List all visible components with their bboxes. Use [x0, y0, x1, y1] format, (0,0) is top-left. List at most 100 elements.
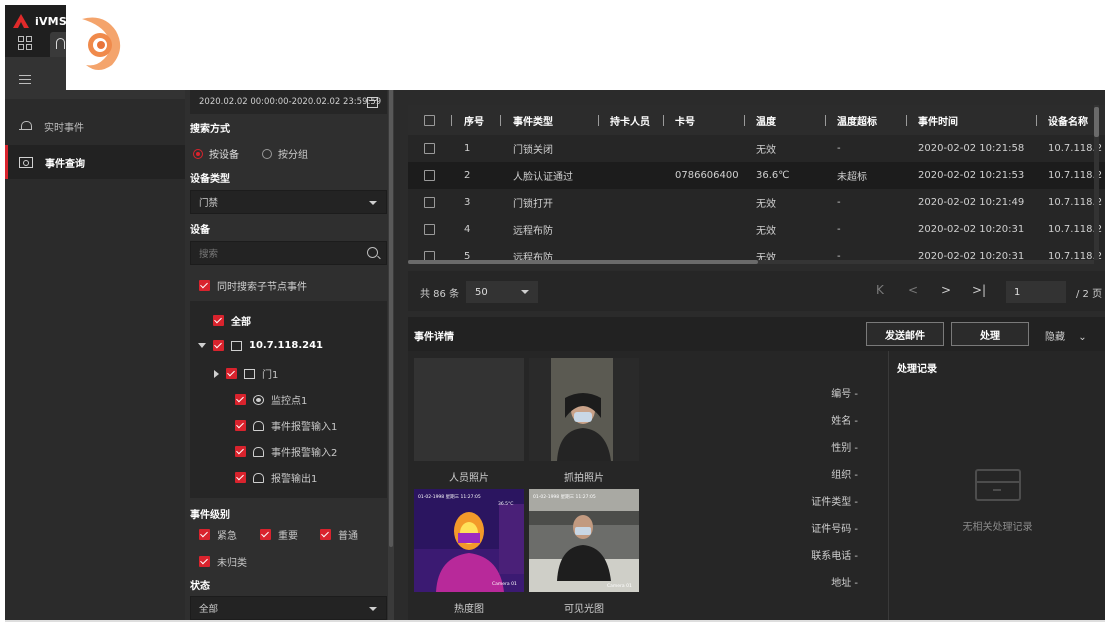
header-temp[interactable]: 温度 [756, 105, 776, 135]
search-record-icon [19, 156, 33, 168]
filter-scrollbar[interactable] [388, 57, 394, 620]
field-id: 编号 - [831, 389, 858, 400]
header-person[interactable]: 持卡人员 [610, 105, 650, 135]
expand-arrow-icon[interactable] [198, 343, 206, 348]
main-content: 序号 事件类型 持卡人员 卡号 温度 温度超标 事件时间 设备名称 1 门锁关闭 [398, 57, 1105, 620]
calendar-icon[interactable] [367, 97, 378, 108]
tree-node-alarm-in-2[interactable]: 事件报警输入2 [235, 444, 337, 459]
level-urgent-checkbox[interactable]: 紧急 [199, 527, 237, 542]
filter-panel: 2020.02.02 00:00:00-2020.02.02 23:59:59 … [185, 57, 392, 620]
visible-overlay-text: 01-02-1998 星期三 11:27:05 [533, 494, 596, 500]
alarm-input-icon [253, 446, 264, 457]
visible-image-caption: 可见光图 [564, 604, 604, 615]
tree-node-door[interactable]: 门1 [214, 366, 278, 381]
send-email-button[interactable]: 发送邮件 [866, 322, 944, 346]
tree-node-alarm-in-1[interactable]: 事件报警输入1 [235, 418, 337, 433]
capture-photo[interactable] [529, 358, 639, 461]
search-icon[interactable] [367, 247, 378, 258]
last-page-icon[interactable]: >| [972, 283, 986, 297]
checkbox-checked-icon [213, 315, 224, 326]
event-detail-body: 人员照片 抓拍照片 01-02-1998 星期三 11:27:05 36.5°C… [408, 351, 888, 620]
alarm-output-icon [253, 472, 264, 483]
thermal-image-graphic: 01-02-1998 星期三 11:27:05 36.5°C Camera 01 [414, 489, 524, 592]
checkbox-checked-icon [260, 529, 271, 540]
checkbox-checked-icon [199, 280, 210, 291]
field-gender: 性别 - [831, 443, 858, 454]
thermal-overlay-text: 01-02-1998 星期三 11:27:05 [418, 494, 481, 500]
time-range-value: 2020.02.02 00:00:00-2020.02.02 23:59:59 [199, 97, 382, 107]
page-number-input[interactable]: 1 [1006, 281, 1066, 303]
table-horizontal-scrollbar[interactable] [408, 260, 1094, 264]
table-row[interactable]: 1 门锁关闭 无效 - 2020-02-02 10:21:58 10.7.118… [408, 135, 1105, 162]
menu-icon[interactable] [19, 75, 31, 84]
select-all-checkbox[interactable] [424, 114, 435, 126]
header-device[interactable]: 设备名称 [1048, 105, 1088, 135]
header-time[interactable]: 事件时间 [918, 105, 958, 135]
checkbox-checked-icon [320, 529, 331, 540]
event-detail-title: 事件详情 [414, 332, 454, 343]
radio-search-by-device[interactable]: 按设备 [193, 146, 239, 161]
event-table: 序号 事件类型 持卡人员 卡号 温度 温度超标 事件时间 设备名称 1 门锁关闭 [408, 105, 1105, 260]
thermal-image[interactable]: 01-02-1998 星期三 11:27:05 36.5°C Camera 01 [414, 489, 524, 592]
device-search-input[interactable]: 搜索 [190, 241, 387, 265]
handling-records-panel: 处理记录 无相关处理记录 [888, 351, 1105, 620]
camera-icon [253, 394, 264, 405]
tree-node-monitor[interactable]: 监控点1 [235, 392, 307, 407]
level-normal-checkbox[interactable]: 普通 [320, 527, 358, 542]
prev-page-icon[interactable]: < [908, 283, 918, 297]
table-row[interactable]: 2 人脸认证通过 0786606400 36.6℃ 未超标 2020-02-02… [408, 162, 1105, 189]
header-card[interactable]: 卡号 [675, 105, 695, 135]
collapse-arrow-icon[interactable] [214, 369, 219, 378]
visible-camera-label: Camera 01 [607, 583, 632, 589]
capture-photo-image [529, 358, 639, 461]
checkbox-checked-icon [235, 394, 246, 405]
next-page-icon[interactable]: > [941, 283, 951, 297]
level-unclassified-checkbox[interactable]: 未归类 [199, 554, 247, 569]
visible-image[interactable]: 01-02-1998 星期三 11:27:05 Camera 01 [529, 489, 639, 592]
page-size-select[interactable]: 50 [466, 281, 538, 303]
sidebar-item-event-query[interactable]: 事件查询 [5, 145, 185, 179]
field-organization: 组织 - [831, 470, 858, 481]
field-id-number: 证件号码 - [811, 524, 858, 535]
total-pages: / 2 页 [1076, 289, 1103, 300]
chevron-down-icon: ⌄ [1078, 332, 1087, 343]
row-checkbox[interactable] [424, 197, 435, 208]
logo-overlay [66, 5, 1110, 90]
table-vertical-scrollbar[interactable] [1094, 105, 1099, 260]
row-checkbox[interactable] [424, 143, 435, 154]
hide-toggle[interactable]: 隐藏 ⌄ [1045, 328, 1087, 343]
tree-node-all[interactable]: 全部 [213, 313, 251, 328]
level-important-checkbox[interactable]: 重要 [260, 527, 298, 542]
status-select[interactable]: 全部 [190, 596, 387, 620]
brand-logo-icon [13, 14, 29, 28]
pagination-bar: 共 86 条 50 K < > >| 1 / 2 页 [408, 271, 1105, 311]
header-over-temp[interactable]: 温度超标 [837, 105, 877, 135]
radio-checked-icon [193, 148, 203, 159]
visible-image-graphic: 01-02-1998 星期三 11:27:05 Camera 01 [529, 489, 639, 592]
thermal-camera-label: Camera 01 [492, 581, 517, 587]
include-children-checkbox[interactable]: 同时搜索子节点事件 [199, 278, 307, 293]
table-row[interactable]: 3 门锁打开 无效 - 2020-02-02 10:21:49 10.7.118… [408, 189, 1105, 216]
row-checkbox[interactable] [424, 251, 435, 260]
first-page-icon[interactable]: K [876, 283, 884, 297]
person-photo[interactable] [414, 358, 524, 461]
header-type[interactable]: 事件类型 [513, 105, 553, 135]
bell-icon [56, 38, 65, 49]
sidebar-item-realtime-events[interactable]: 实时事件 [5, 109, 185, 143]
table-row[interactable]: 5 远程布防 无效 - 2020-02-02 10:20:31 10.7.118… [408, 243, 1105, 260]
device-type-select[interactable]: 门禁 [190, 190, 387, 214]
time-range-field[interactable]: 2020.02.02 00:00:00-2020.02.02 23:59:59 [190, 90, 387, 114]
row-checkbox[interactable] [424, 224, 435, 235]
sidebar-item-label: 实时事件 [44, 122, 84, 134]
row-checkbox[interactable] [424, 170, 435, 181]
apps-grid-icon[interactable] [18, 36, 32, 50]
total-count: 共 86 条 [420, 289, 460, 300]
handle-button[interactable]: 处理 [951, 322, 1029, 346]
door-icon [244, 368, 255, 379]
bottom-border [5, 620, 1105, 622]
table-row[interactable]: 4 远程布防 无效 - 2020-02-02 10:20:31 10.7.118… [408, 216, 1105, 243]
tree-node-device[interactable]: 10.7.118.241 [198, 340, 323, 351]
header-no[interactable]: 序号 [464, 105, 484, 135]
radio-search-by-group[interactable]: 按分组 [262, 146, 308, 161]
tree-node-alarm-out-1[interactable]: 报警输出1 [235, 470, 317, 485]
